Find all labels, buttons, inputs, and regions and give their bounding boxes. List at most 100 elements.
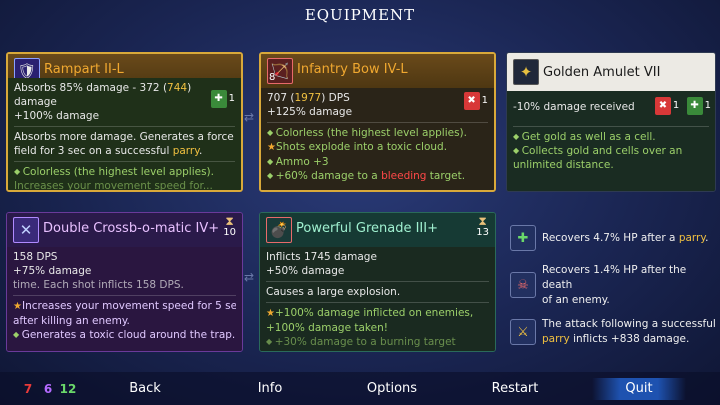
- mutation-text-part: The attack following a successful: [542, 318, 716, 330]
- affix-line: +30% damage to a burning target: [266, 335, 489, 349]
- back-button[interactable]: Back: [115, 381, 175, 396]
- affix-line: Colorless (the highest level applies).: [267, 126, 488, 140]
- scroll-count: 1: [228, 93, 235, 104]
- scroll-icon: ✖: [463, 92, 480, 110]
- stat-line: +50% damage: [266, 265, 345, 277]
- stat-line: 158 DPS: [13, 251, 58, 263]
- affix-line: Get gold as well as a cell.: [513, 130, 709, 144]
- skill-card-crossbomatic[interactable]: ✕ Double Crossb-o-matic IV+ ⧗ 10 158 DPS …: [6, 212, 243, 352]
- stat-line: 707 (1977) DPS: [267, 92, 350, 104]
- survival-count: 12: [59, 382, 77, 396]
- affix-line: Increases your movement speed for...: [14, 180, 213, 192]
- mutation-text: Recovers 1.4% HP after the death of an en…: [542, 263, 716, 308]
- cooldown: ⧗ 13: [476, 215, 489, 239]
- affix-line: +60% damage to a bleeding target.: [267, 169, 488, 183]
- counter-icon: ⚔: [510, 319, 536, 345]
- amulet-icon: ✦: [513, 59, 539, 85]
- item-name: Infantry Bow IV-L: [297, 62, 408, 77]
- card-header: ✕ Double Crossb-o-matic IV+ ⧗ 10: [7, 213, 242, 247]
- item-level: 8: [269, 72, 276, 83]
- desc-line: Absorbs more damage. Generates a force: [14, 131, 234, 143]
- scroll-stats: 7 6 12: [18, 382, 78, 396]
- card-header: ✦ Golden Amulet VII: [507, 53, 715, 91]
- mutation-text-part: Recovers 4.7% HP after a: [542, 231, 679, 244]
- grenade-icon: 💣: [266, 217, 292, 243]
- mutation-text-part: Recovers 1.4% HP after the death: [542, 263, 687, 291]
- stat-line: damage: [14, 96, 57, 108]
- stat-line: Absorbs 85% damage - 372 (744): [14, 82, 192, 94]
- mutation-text: The attack following a successful parry i…: [542, 317, 716, 347]
- desc-line: Causes a large explosion.: [266, 286, 401, 298]
- mutation-slot-2[interactable]: ☠ Recovers 1.4% HP after the death of an …: [506, 263, 716, 308]
- mutation-slot-3[interactable]: ⚔ The attack following a successful parry…: [506, 312, 716, 352]
- weapon-card-rampart[interactable]: 🛡 Rampart II-L Absorbs 85% damage - 372 …: [6, 52, 243, 192]
- stat-line: +100% damage: [14, 110, 100, 122]
- restart-button[interactable]: Restart: [480, 381, 550, 396]
- affix-line: +100% damage taken!: [266, 322, 388, 334]
- affix-line: Shots explode into a toxic cloud.: [267, 140, 488, 155]
- arrow-icon: ⇄: [244, 270, 255, 284]
- affix-text: Increases your movement speed for 5 sec: [21, 300, 236, 312]
- scroll-count: 1: [704, 100, 711, 111]
- card-body: Inflicts 1745 damage +50% damage Causes …: [260, 247, 495, 351]
- scroll-icon: ✖: [654, 97, 671, 115]
- scroll-count: 1: [481, 95, 488, 106]
- scroll-icon: ✚: [686, 97, 703, 115]
- brutality-count: 7: [23, 382, 33, 396]
- item-name: Double Crossb-o-matic IV+: [43, 221, 220, 236]
- scroll-count: 1: [672, 100, 680, 111]
- cooldown: ⧗ 10: [223, 215, 236, 239]
- card-body: 707 (1977) DPS +125% damage ✖1 Colorless…: [261, 88, 494, 190]
- card-body: -10% damage received ✖1 ✚1 Get gold as w…: [507, 91, 715, 191]
- info-button[interactable]: Info: [240, 381, 300, 396]
- hourglass-icon: ⧗: [225, 214, 234, 228]
- card-body: Absorbs 85% damage - 372 (744) damage +1…: [8, 78, 241, 190]
- scroll-badge: ✖ 1 ✚ 1: [654, 97, 711, 115]
- affix-text: +100% damage inflicted on enemies,: [274, 307, 474, 319]
- quit-button[interactable]: Quit: [592, 378, 686, 400]
- mutation-highlight: parry: [542, 333, 570, 345]
- bottom-bar: 7 6 12 Back Info Options Restart Quit: [0, 372, 720, 405]
- amulet-card[interactable]: ✦ Golden Amulet VII -10% damage received…: [506, 52, 716, 192]
- card-header: 💣 Powerful Grenade III+ ⧗ 13: [260, 213, 495, 247]
- item-name: Powerful Grenade III+: [296, 221, 438, 236]
- affix-text: Shots explode into a toxic cloud.: [275, 141, 448, 153]
- stat-line: Inflicts 1745 damage: [266, 251, 377, 263]
- affix-line: after killing an enemy.: [13, 315, 130, 327]
- hourglass-icon: ⧗: [478, 214, 487, 228]
- stat-line: +75% damage: [13, 265, 92, 277]
- crossbow-icon: ✕: [13, 217, 39, 243]
- mutation-slot-1[interactable]: ✚ Recovers 4.7% HP after a parry.: [506, 218, 716, 258]
- tactics-count: 6: [43, 382, 53, 396]
- mutation-text-part: inflicts +838 damage.: [569, 333, 690, 345]
- mutation-text-part: .: [705, 231, 709, 244]
- scroll-badge: ✖ 1: [463, 92, 488, 110]
- scroll-badge: ✚ 1: [210, 90, 235, 108]
- affix-line: Collects gold and cells over an: [513, 144, 709, 158]
- kill-heal-icon: ☠: [510, 272, 536, 298]
- skill-card-powerful-grenade[interactable]: 💣 Powerful Grenade III+ ⧗ 13 Inflicts 174…: [259, 212, 496, 352]
- affix-line: Generates a toxic cloud around the trap.: [13, 328, 236, 342]
- card-body: 158 DPS +75% damage time. Each shot infl…: [7, 247, 242, 351]
- heal-icon: ✚: [510, 225, 536, 251]
- weapon-card-infantry-bow[interactable]: 🏹 8 Infantry Bow IV-L 707 (1977) DPS +12…: [259, 52, 496, 192]
- screen-title: EQUIPMENT: [304, 6, 416, 24]
- card-header: 🏹 8 Infantry Bow IV-L: [261, 54, 494, 88]
- desc-line: time. Each shot inflicts 158 DPS.: [13, 279, 184, 291]
- cooldown-value: 13: [476, 227, 489, 238]
- item-name: Golden Amulet VII: [543, 65, 661, 80]
- scroll-icon: ✚: [210, 90, 227, 108]
- arrow-icon: ⇄: [244, 110, 255, 124]
- stat-line: +125% damage: [267, 106, 353, 118]
- mutation-highlight: parry: [678, 231, 706, 244]
- mutation-text-part: of an enemy.: [542, 293, 610, 306]
- options-button[interactable]: Options: [357, 381, 427, 396]
- affix-line: +100% damage inflicted on enemies,: [266, 306, 489, 321]
- affix-line: Ammo +3: [267, 155, 488, 169]
- desc-line: field for 3 sec on a successful parry.: [14, 145, 203, 157]
- affix-line: Colorless (the highest level applies).: [14, 165, 235, 179]
- affix-line: Increases your movement speed for 5 sec: [13, 299, 236, 314]
- affix-line: unlimited distance.: [513, 159, 614, 171]
- mutation-text: Recovers 4.7% HP after a parry.: [542, 231, 708, 246]
- item-name: Rampart II-L: [44, 62, 124, 77]
